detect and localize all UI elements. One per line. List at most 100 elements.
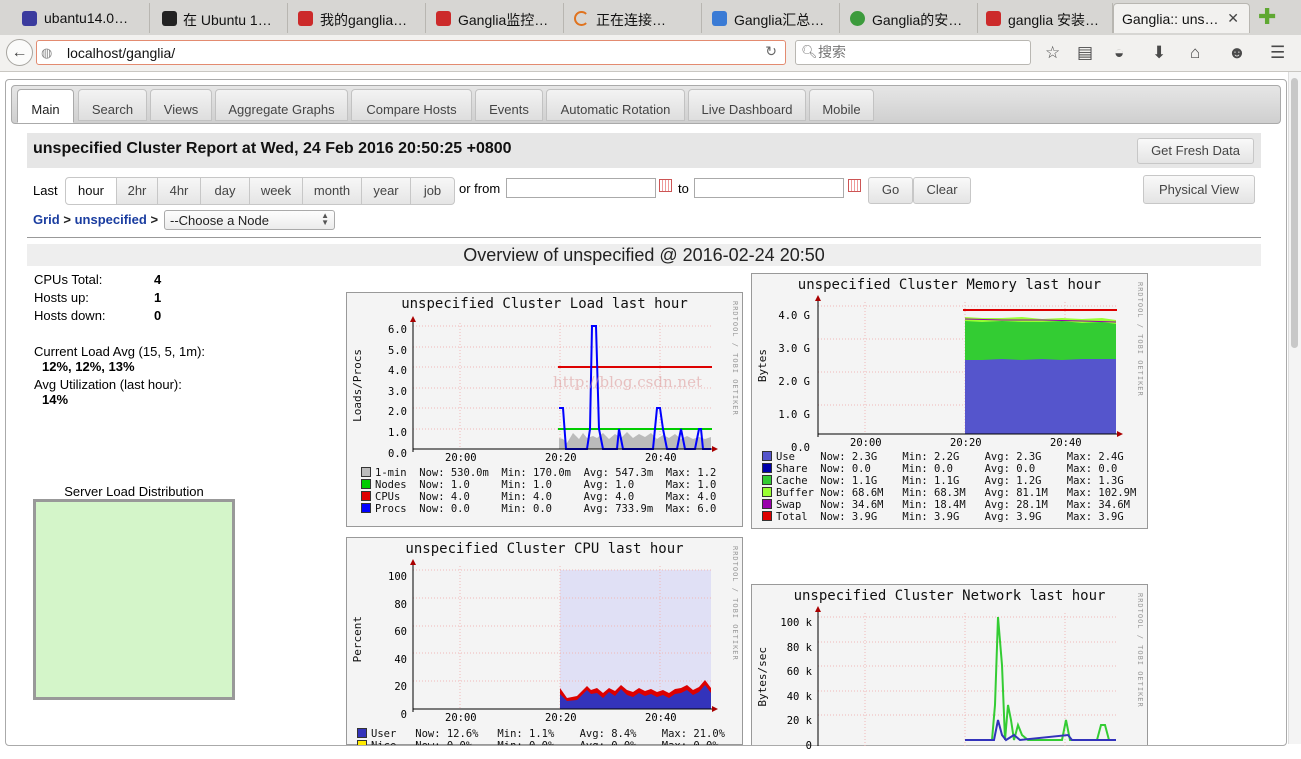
- y-tick-labels: 6.0 5.0 4.0 3.0 2.0 1.0 0.0: [388, 324, 407, 460]
- search-input[interactable]: [818, 43, 1018, 62]
- back-arrow-icon[interactable]: ←: [6, 39, 33, 66]
- csdn-icon: [298, 11, 313, 26]
- tab-events[interactable]: Events: [475, 89, 543, 121]
- browser-tab[interactable]: 在 Ubuntu 1…: [150, 3, 288, 33]
- csdn-icon: [986, 11, 1001, 26]
- utilization-value: 14%: [42, 392, 69, 407]
- browser-tab[interactable]: Ganglia的安…: [840, 3, 978, 33]
- close-tab-icon[interactable]: ✕: [1227, 10, 1239, 27]
- page-scrollbar[interactable]: [1288, 72, 1301, 744]
- node-select-value: --Choose a Node: [170, 213, 269, 228]
- tab-favicon-icon: [22, 11, 37, 26]
- breadcrumb-separator: >: [150, 212, 159, 227]
- search-bar[interactable]: 🔍︎: [795, 40, 1031, 65]
- browser-toolbar: ← ◍ ↻ 🔍︎ ☆ ▤ ◒ ⬇ ⌂ ☻ ☰: [0, 35, 1301, 72]
- legend-row: Procs Now: 0.0 Min: 0.0 Avg: 733.9m Max:…: [361, 503, 741, 515]
- pocket-icon[interactable]: ◒: [1114, 43, 1124, 63]
- legend-row: CPUs Now: 4.0 Min: 4.0 Avg: 4.0 Max: 4.0: [361, 491, 741, 503]
- range-month-button[interactable]: month: [302, 177, 362, 205]
- legend-swatch: [762, 499, 772, 509]
- select-arrows-icon: ▲ ▼: [321, 211, 329, 227]
- scrollbar-thumb[interactable]: [1291, 78, 1298, 348]
- legend-text: Cache Now: 1.1G Min: 1.1G Avg: 1.2G Max:…: [776, 475, 1124, 487]
- range-2hr-button[interactable]: 2hr: [116, 177, 158, 205]
- legend-swatch: [361, 503, 371, 513]
- browser-tab[interactable]: 我的ganglia…: [288, 3, 426, 33]
- tab-aggregate-graphs[interactable]: Aggregate Graphs: [215, 89, 348, 121]
- new-tab-icon[interactable]: ✚: [1258, 4, 1276, 30]
- download-icon[interactable]: ⬇: [1152, 43, 1166, 63]
- memory-graph[interactable]: unspecified Cluster Memory last hour RRD…: [751, 273, 1148, 529]
- overview-title: Overview of unspecified @ 2016-02-24 20:…: [463, 245, 825, 265]
- graph-legend: 1-min Now: 530.0m Min: 170.0m Avg: 547.3…: [361, 467, 741, 515]
- get-fresh-data-button[interactable]: Get Fresh Data: [1137, 138, 1254, 164]
- url-bar[interactable]: ◍ ↻: [36, 40, 786, 65]
- legend-swatch: [361, 467, 371, 477]
- ganglia-page: Main Search Views Aggregate Graphs Compa…: [5, 79, 1287, 752]
- range-year-button[interactable]: year: [361, 177, 411, 205]
- smiley-icon[interactable]: ☻: [1228, 43, 1246, 63]
- browser-tab[interactable]: ubantu14.0…: [0, 3, 150, 33]
- legend-text: Total Now: 3.9G Min: 3.9G Avg: 3.9G Max:…: [776, 511, 1124, 523]
- overview-header: Overview of unspecified @ 2016-02-24 20:…: [27, 244, 1261, 266]
- range-4hr-button[interactable]: 4hr: [157, 177, 201, 205]
- breadcrumb: Grid > unspecified >: [33, 212, 158, 227]
- home-icon[interactable]: ⌂: [1190, 43, 1200, 63]
- range-week-button[interactable]: week: [249, 177, 303, 205]
- network-graph[interactable]: unspecified Cluster Network last hour RR…: [751, 584, 1148, 752]
- divider: [27, 237, 1261, 238]
- tab-live-dashboard[interactable]: Live Dashboard: [688, 89, 806, 121]
- browser-tab[interactable]: ganglia 安装…: [978, 3, 1113, 33]
- reload-icon[interactable]: ↻: [765, 43, 777, 60]
- calendar-icon[interactable]: [848, 179, 861, 192]
- x-tick-label: 20:20: [950, 437, 982, 449]
- page-title: unspecified Cluster Report at Wed, 24 Fe…: [33, 140, 512, 157]
- node-select[interactable]: --Choose a Node ▲ ▼: [164, 210, 335, 230]
- tux-icon: [162, 11, 177, 26]
- date-to-input[interactable]: [694, 178, 844, 198]
- legend-row: Swap Now: 34.6M Min: 18.4M Avg: 28.1M Ma…: [762, 499, 1147, 511]
- search-icon: 🔍︎: [801, 44, 818, 59]
- legend-row: Share Now: 0.0 Min: 0.0 Avg: 0.0 Max: 0.…: [762, 463, 1147, 475]
- utilization-label: Avg Utilization (last hour):: [34, 377, 182, 392]
- calendar-icon[interactable]: [659, 179, 672, 192]
- legend-row: Buffer Now: 68.6M Min: 68.3M Avg: 81.1M …: [762, 487, 1147, 499]
- tab-mobile[interactable]: Mobile: [809, 89, 874, 121]
- cpu-graph[interactable]: unspecified Cluster CPU last hour RRDTOO…: [346, 537, 743, 745]
- breadcrumb-cluster-link[interactable]: unspecified: [75, 212, 147, 227]
- tab-main[interactable]: Main: [17, 89, 74, 123]
- legend-swatch: [762, 451, 772, 461]
- legend-row: Nodes Now: 1.0 Min: 1.0 Avg: 1.0 Max: 1.…: [361, 479, 741, 491]
- tab-automatic-rotation[interactable]: Automatic Rotation: [546, 89, 685, 121]
- breadcrumb-grid-link[interactable]: Grid: [33, 212, 60, 227]
- range-day-button[interactable]: day: [200, 177, 250, 205]
- legend-swatch: [357, 728, 367, 738]
- x-tick-label: 20:20: [545, 712, 577, 724]
- range-hour-button[interactable]: hour: [65, 177, 117, 205]
- tab-search[interactable]: Search: [78, 89, 147, 121]
- range-job-button[interactable]: job: [410, 177, 455, 205]
- clear-button[interactable]: Clear: [913, 177, 971, 204]
- graph-legend: User Now: 12.6% Min: 1.1% Avg: 8.4% Max:…: [357, 728, 737, 745]
- x-tick-label: 20:40: [645, 452, 677, 464]
- bookmark-star-icon[interactable]: ☆: [1045, 43, 1060, 63]
- hosts-down-value: 0: [154, 308, 162, 323]
- to-label: to: [678, 181, 689, 196]
- tab-compare-hosts[interactable]: Compare Hosts: [351, 89, 472, 121]
- hosts-up-label: Hosts up:: [34, 290, 89, 305]
- legend-text: Swap Now: 34.6M Min: 18.4M Avg: 28.1M Ma…: [776, 499, 1131, 511]
- browser-tab-active[interactable]: Ganglia:: uns… ✕: [1113, 3, 1250, 33]
- browser-tab[interactable]: 正在连接…: [564, 3, 702, 33]
- x-tick-label: 20:20: [545, 452, 577, 464]
- go-button[interactable]: Go: [868, 177, 913, 204]
- server-load-distribution[interactable]: [33, 499, 235, 700]
- browser-tab[interactable]: Ganglia汇总…: [702, 3, 840, 33]
- url-input[interactable]: [67, 43, 757, 62]
- reading-list-icon[interactable]: ▤: [1077, 43, 1093, 63]
- physical-view-button[interactable]: Physical View: [1143, 175, 1255, 204]
- load-graph[interactable]: unspecified Cluster Load last hour RRDTO…: [346, 292, 743, 527]
- date-from-input[interactable]: [506, 178, 656, 198]
- tab-views[interactable]: Views: [150, 89, 212, 121]
- menu-icon[interactable]: ☰: [1270, 43, 1285, 63]
- browser-tab[interactable]: Ganglia监控…: [426, 3, 564, 33]
